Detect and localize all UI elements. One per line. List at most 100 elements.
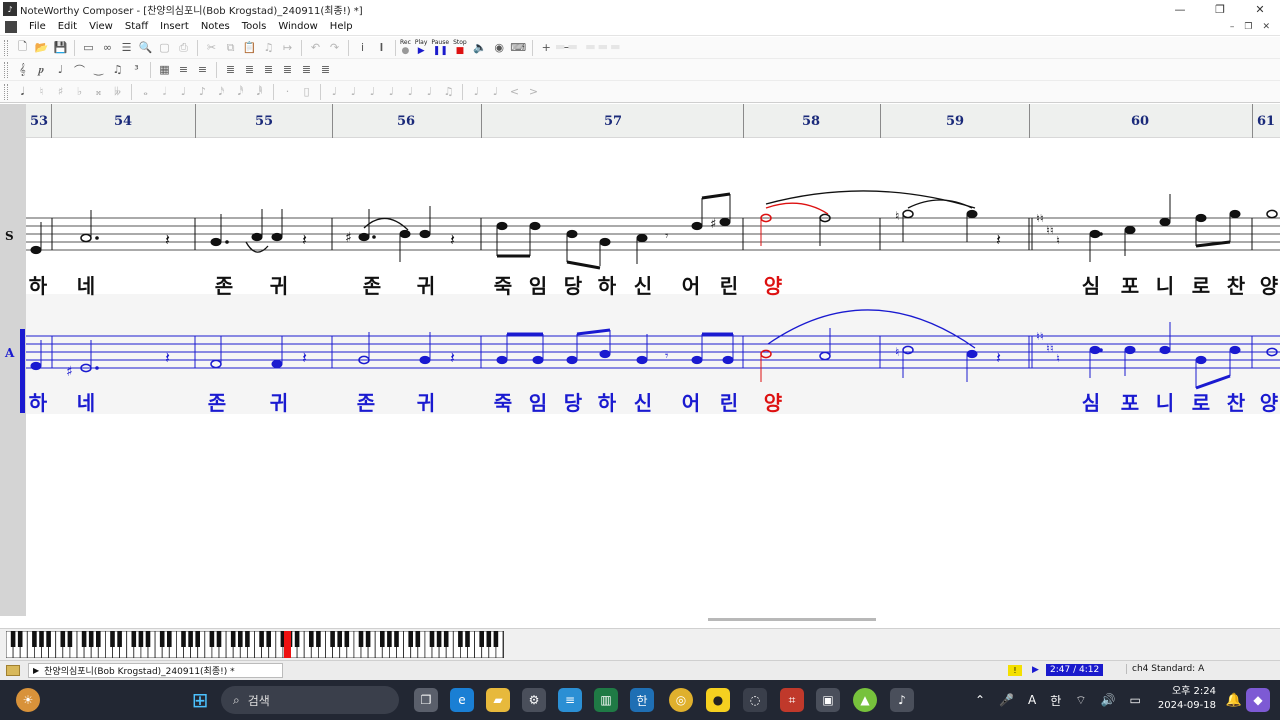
midi-device-icon[interactable]: ◉ [490,39,509,57]
text-icon[interactable]: 𝐈 [372,39,391,57]
flat-icon[interactable]: ♭ [70,83,89,101]
repeat-icon[interactable]: ↦ [278,39,297,57]
file-explorer-icon[interactable]: ▰ [486,688,510,712]
piano-black-key[interactable] [458,631,463,647]
piano-black-key[interactable] [181,631,186,647]
page-view-icon[interactable]: ▭ [79,39,98,57]
piano-black-key[interactable] [60,631,66,647]
piano-black-key[interactable] [96,631,101,647]
staccato-icon[interactable]: ♩ [344,83,363,101]
layout-5-icon[interactable]: ≣ [297,61,316,79]
piano-black-key[interactable] [88,631,94,647]
piano-black-key[interactable] [10,631,16,647]
tie-icon[interactable]: ‿ [89,61,108,79]
volume-icon[interactable]: 🔊 [1101,693,1116,707]
undo-icon[interactable]: ↶ [306,39,325,57]
piano-black-key[interactable] [394,631,399,647]
play-button[interactable]: Play ▶ [415,39,428,56]
layout-3-icon[interactable]: ≣ [259,61,278,79]
alto-notes[interactable]: ♯ 𝄽 𝄽 𝄽 𝄾 ♮ 𝄽 ♮♮ ♮♮ ♮ [30,322,1278,390]
app-icon[interactable]: ◌ [743,688,767,712]
piano-black-key[interactable] [238,631,243,647]
rest-icon[interactable]: ▯ [297,83,316,101]
minimize-button[interactable]: — [1160,3,1200,16]
piano-keyboard[interactable] [6,631,504,658]
piano-black-key[interactable] [67,631,73,647]
paste-icon[interactable]: 📋 [240,39,259,57]
toolbar-grip[interactable] [4,83,8,100]
piano-black-key[interactable] [309,631,314,647]
zoom-icon[interactable]: 🔍 [136,39,155,57]
piano-black-key[interactable] [159,631,165,647]
mdi-close-icon[interactable]: ✕ [1262,22,1270,32]
piano-black-key[interactable] [436,631,442,647]
piano-black-key[interactable] [365,631,371,647]
chrome-browser-icon[interactable]: ◎ [669,688,693,712]
wifi-icon[interactable]: ⌔ [1075,693,1086,708]
folder-icon[interactable] [6,665,20,676]
slur-note-icon[interactable]: ♩ [420,83,439,101]
sixteenth-note-icon[interactable]: 𝅘𝅥𝅯 [212,83,231,101]
piano-black-key[interactable] [110,631,115,647]
noteworthy-taskbar-icon[interactable]: ♪ [890,688,914,712]
open-file-icon[interactable]: 📂 [32,39,51,57]
taskbar-search[interactable]: ⌕ 검색 [221,686,399,714]
bar-grid-icon[interactable]: ▦ [155,61,174,79]
piano-black-key[interactable] [479,631,484,647]
piano-black-key[interactable] [344,631,350,647]
piano-black-key[interactable] [443,631,449,647]
copilot-icon[interactable]: ◆ [1246,688,1270,712]
mdi-minimize-icon[interactable]: – [1230,22,1235,32]
soprano-notes[interactable]: 𝄽 𝄽 ♯ 𝄽 𝄾 ♯ ♮ 𝄽 ♮♮ ♮♮ ♮ [30,192,1278,270]
piano-black-key[interactable] [216,631,222,647]
piano-black-key[interactable] [167,631,172,647]
accent-icon[interactable]: ♩ [382,83,401,101]
dynamics-icon[interactable]: 𝆏 [32,61,51,79]
microphone-icon[interactable]: 🎤 [999,693,1014,707]
crop-tool-icon[interactable]: ⌗ [780,688,804,712]
stop-button[interactable]: Stop ■ [453,39,467,56]
piano-black-key[interactable] [46,631,51,647]
piano-black-key[interactable] [39,631,44,647]
layout-6-icon[interactable]: ≣ [316,61,335,79]
piano-black-key[interactable] [145,631,151,647]
print-preview-icon[interactable]: ▢ [155,39,174,57]
beam-icon[interactable]: ♫ [108,61,127,79]
piano-black-key[interactable] [316,631,321,647]
task-view-icon[interactable]: ❐ [414,688,438,712]
sharp-icon[interactable]: ♯ [51,83,70,101]
pause-button[interactable]: Pause ❚❚ [431,39,449,56]
menu-file[interactable]: File [23,21,52,32]
piano-black-key[interactable] [266,631,271,647]
piano-black-key[interactable] [32,631,37,647]
thirty-second-note-icon[interactable]: 𝅘𝅥𝅰 [231,83,250,101]
piano-black-key[interactable] [387,631,392,647]
piano-black-key[interactable] [294,631,300,647]
eighth-note-icon[interactable]: ♪ [193,83,212,101]
stem-down-icon[interactable]: ♩ [486,83,505,101]
sixty-fourth-note-icon[interactable]: 𝅘𝅥𝅱 [250,83,269,101]
piano-black-key[interactable] [195,631,200,647]
piano-black-key[interactable] [188,631,193,647]
note-accent-icon[interactable]: 𝅘𝅥 [13,83,32,101]
layout-2-icon[interactable]: ≣ [240,61,259,79]
toolbar-grip[interactable] [4,61,8,78]
notepad-icon[interactable]: ≡ [558,688,582,712]
half-note-icon[interactable]: 𝅗𝅥 [155,83,174,101]
piano-black-key[interactable] [259,631,264,647]
screen-capture-icon[interactable]: ▣ [816,688,840,712]
align-center-icon[interactable]: ≡ [193,61,212,79]
horizontal-scrollbar[interactable] [708,618,876,621]
close-button[interactable]: ✕ [1240,3,1280,16]
settings-gear-icon[interactable]: ⚙ [522,688,546,712]
piano-black-key[interactable] [245,631,250,647]
tie-note-icon[interactable]: ♫ [439,83,458,101]
mdi-restore-icon[interactable]: ❐ [1244,22,1252,32]
score-editor[interactable]: 53 54 55 56 57 58 59 60 61 S A 𝄽 𝄽 ♯ 𝄽 𝄾… [0,104,1280,628]
info-icon[interactable]: i [353,39,372,57]
menu-tools[interactable]: Tools [236,21,273,32]
piano-black-key[interactable] [429,631,435,647]
menu-staff[interactable]: Staff [119,21,154,32]
natural-icon[interactable]: ♮ [32,83,51,101]
spreadsheet-icon[interactable]: ▥ [594,688,618,712]
